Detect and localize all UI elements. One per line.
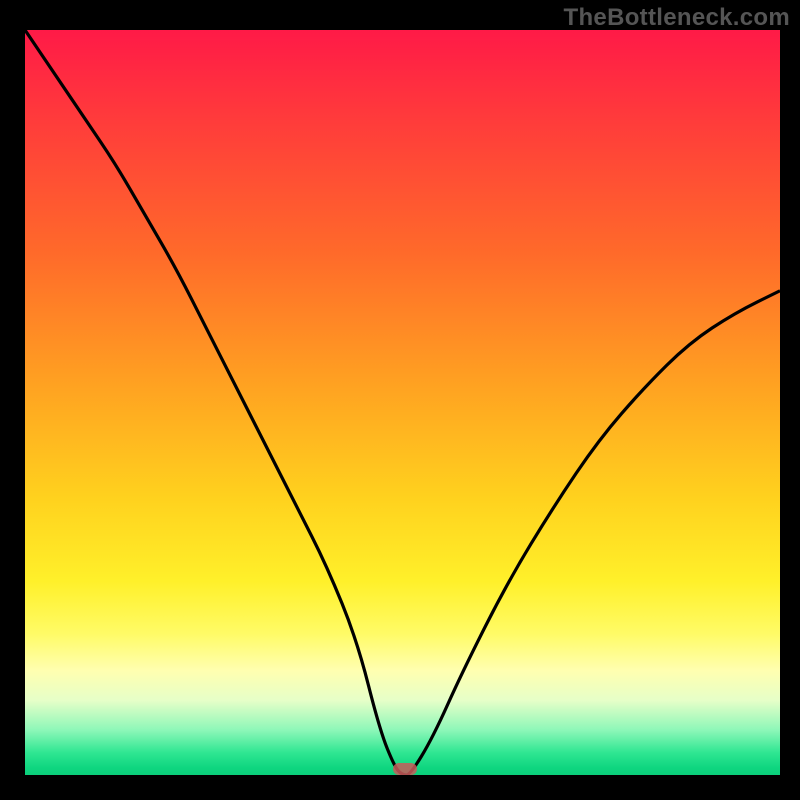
chart-frame: TheBottleneck.com xyxy=(0,0,800,800)
attribution-text: TheBottleneck.com xyxy=(564,4,790,32)
plot-area xyxy=(25,30,780,775)
bottleneck-curve xyxy=(25,30,780,775)
minimum-marker xyxy=(393,763,417,775)
